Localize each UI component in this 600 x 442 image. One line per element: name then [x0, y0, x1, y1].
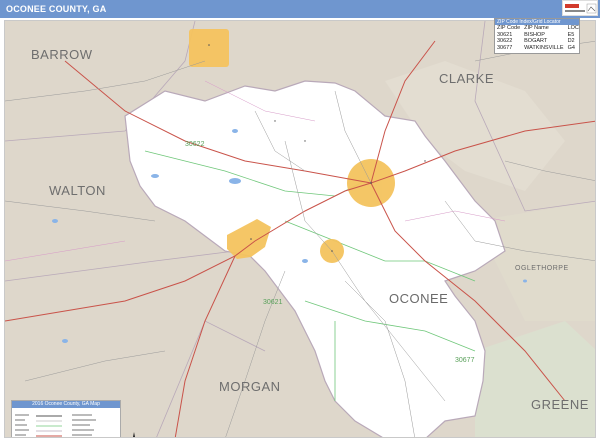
legend-title: 2016 Oconee County, GA Map [12, 401, 120, 408]
map-title: OCONEE COUNTY, GA [0, 0, 600, 18]
county-label-oconee: OCONEE [389, 291, 449, 306]
zip-code-cell: 30677 [497, 44, 513, 51]
map-canvas[interactable]: BARROW CLARKE WALTON OGLETHORPE MORGAN G… [4, 20, 596, 438]
zip-name-cell: WATKINSVILLE [524, 44, 564, 51]
county-label-barrow: BARROW [31, 47, 93, 62]
county-label-clarke: CLARKE [439, 71, 495, 86]
zip-loc-cell: G4 [567, 44, 575, 51]
zip-table-grid: ZIP Code ZIP Name LOC 30621 BISHOP E5 30… [495, 25, 581, 51]
zip-col-code: ZIP Code [497, 25, 521, 31]
county-label-morgan: MORGAN [219, 379, 281, 394]
north-arrow-icon [133, 432, 135, 437]
county-label-walton: WALTON [49, 183, 106, 198]
legend-swatches [15, 414, 96, 437]
county-label-greene: GREENE [531, 397, 589, 412]
publisher-logo [562, 0, 598, 16]
county-label-oglethorpe: OGLETHORPE [515, 265, 569, 272]
map-legend: 2016 Oconee County, GA Map [11, 400, 121, 437]
zip-label-30677: 30677 [455, 357, 475, 364]
table-row: 30622 BOGART D2 [495, 38, 581, 45]
table-row: 30677 WATKINSVILLE G4 [495, 45, 581, 52]
zip-label-30622: 30622 [185, 141, 205, 148]
zip-label-30621: 30621 [263, 299, 283, 306]
map-graphic [5, 21, 595, 437]
zip-col-loc: LOC [567, 25, 579, 31]
zip-code-index-table: ZIP Code Index/Grid Locator ZIP Code ZIP… [494, 18, 580, 54]
zip-table-column-row: ZIP Code ZIP Name LOC [495, 25, 581, 32]
logo-mark-icon [565, 3, 597, 14]
